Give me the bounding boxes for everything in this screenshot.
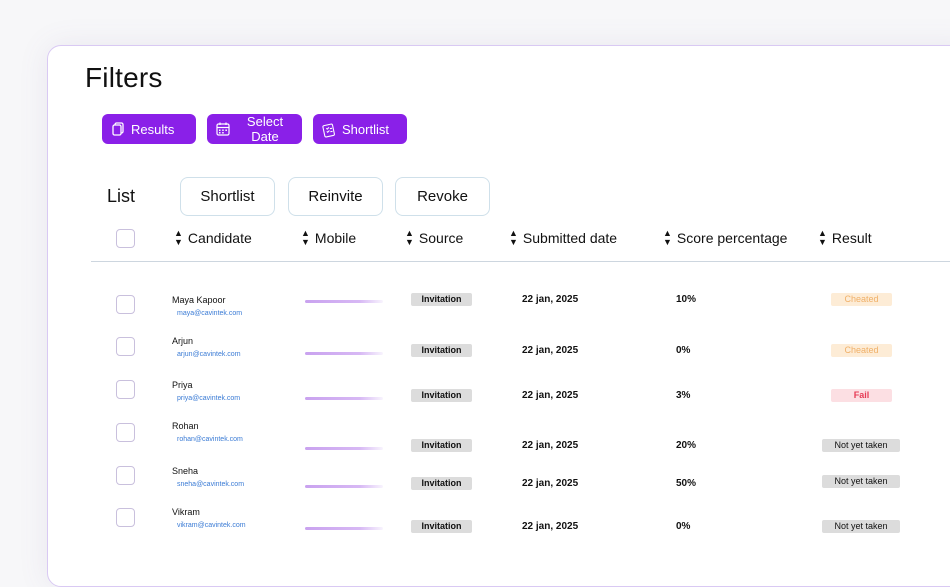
source-badge: Invitation	[411, 344, 472, 357]
sort-icon: ▲▼	[818, 229, 827, 247]
reinvite-action-button[interactable]: Reinvite	[288, 177, 383, 216]
shortlist-filter-button[interactable]: Shortlist	[313, 114, 407, 144]
shortlist-filter-label: Shortlist	[342, 122, 389, 137]
candidate-name: Rohan	[172, 421, 199, 431]
row-checkbox[interactable]	[116, 337, 135, 356]
candidate-email[interactable]: sneha@cavintek.com	[177, 481, 244, 488]
copy-icon	[110, 121, 126, 137]
table-row[interactable]: Arjun arjun@cavintek.com Invitation 22 j…	[0, 334, 950, 374]
sort-icon: ▲▼	[405, 229, 414, 247]
header-divider	[91, 261, 950, 262]
submitted-date: 22 jan, 2025	[522, 294, 578, 305]
results-filter-button[interactable]: Results	[102, 114, 196, 144]
score-percentage: 10%	[676, 294, 696, 305]
source-badge: Invitation	[411, 520, 472, 533]
score-percentage: 50%	[676, 478, 696, 489]
candidate-name: Arjun	[172, 336, 193, 346]
page-title: Filters	[85, 62, 163, 94]
submitted-date: 22 jan, 2025	[522, 478, 578, 489]
mobile-placeholder-bar	[305, 300, 383, 303]
source-badge: Invitation	[411, 389, 472, 402]
result-badge: Fail	[831, 389, 892, 402]
submitted-date: 22 jan, 2025	[522, 390, 578, 401]
candidate-email[interactable]: vikram@cavintek.com	[177, 522, 246, 529]
sort-icon: ▲▼	[509, 229, 518, 247]
result-badge: Not yet taken	[822, 475, 900, 488]
source-badge: Invitation	[411, 439, 472, 452]
candidate-email[interactable]: arjun@cavintek.com	[177, 351, 241, 358]
sort-icon: ▲▼	[174, 229, 183, 247]
candidate-name: Vikram	[172, 507, 200, 517]
column-score-percentage[interactable]: ▲▼ Score percentage	[663, 229, 787, 247]
candidate-name: Maya Kapoor	[172, 295, 226, 305]
table-row[interactable]: Maya Kapoor maya@cavintek.com Invitation…	[0, 293, 950, 333]
table-row[interactable]: Sneha sneha@cavintek.com Invitation 22 j…	[0, 464, 950, 504]
table-row[interactable]: Vikram vikram@cavintek.com Invitation 22…	[0, 505, 950, 545]
row-checkbox[interactable]	[116, 423, 135, 442]
candidate-name: Priya	[172, 380, 193, 390]
result-badge: Cheated	[831, 344, 892, 357]
candidate-name: Sneha	[172, 466, 198, 476]
source-badge: Invitation	[411, 477, 472, 490]
shortlist-action-button[interactable]: Shortlist	[180, 177, 275, 216]
table-row[interactable]: Rohan rohan@cavintek.com Invitation 22 j…	[0, 419, 950, 459]
mobile-placeholder-bar	[305, 485, 383, 488]
candidate-email[interactable]: priya@cavintek.com	[177, 395, 240, 402]
column-mobile[interactable]: ▲▼ Mobile	[301, 229, 356, 247]
source-badge: Invitation	[411, 293, 472, 306]
submitted-date: 22 jan, 2025	[522, 521, 578, 532]
row-checkbox[interactable]	[116, 295, 135, 314]
select-date-button[interactable]: Select Date	[207, 114, 302, 144]
row-checkbox[interactable]	[116, 380, 135, 399]
mobile-placeholder-bar	[305, 447, 383, 450]
score-percentage: 0%	[676, 345, 690, 356]
list-label: List	[107, 186, 135, 207]
submitted-date: 22 jan, 2025	[522, 440, 578, 451]
row-checkbox[interactable]	[116, 466, 135, 485]
submitted-date: 22 jan, 2025	[522, 345, 578, 356]
score-percentage: 3%	[676, 390, 690, 401]
mobile-placeholder-bar	[305, 527, 383, 530]
row-checkbox[interactable]	[116, 508, 135, 527]
column-source[interactable]: ▲▼ Source	[405, 229, 463, 247]
sort-icon: ▲▼	[301, 229, 310, 247]
revoke-action-button[interactable]: Revoke	[395, 177, 490, 216]
select-date-label: Select Date	[236, 114, 294, 144]
sort-icon: ▲▼	[663, 229, 672, 247]
column-result[interactable]: ▲▼ Result	[818, 229, 872, 247]
score-percentage: 0%	[676, 521, 690, 532]
candidate-email[interactable]: rohan@cavintek.com	[177, 436, 243, 443]
table-row[interactable]: Priya priya@cavintek.com Invitation 22 j…	[0, 378, 950, 418]
result-badge: Not yet taken	[822, 439, 900, 452]
select-all-checkbox[interactable]	[116, 229, 135, 248]
column-submitted-date[interactable]: ▲▼ Submitted date	[509, 229, 617, 247]
mobile-placeholder-bar	[305, 397, 383, 400]
checklist-icon	[321, 121, 337, 137]
calendar-icon	[215, 121, 231, 137]
mobile-placeholder-bar	[305, 352, 383, 355]
result-badge: Cheated	[831, 293, 892, 306]
score-percentage: 20%	[676, 440, 696, 451]
result-badge: Not yet taken	[822, 520, 900, 533]
column-candidate[interactable]: ▲▼ Candidate	[174, 229, 252, 247]
candidate-email[interactable]: maya@cavintek.com	[177, 310, 242, 317]
results-filter-label: Results	[131, 122, 174, 137]
